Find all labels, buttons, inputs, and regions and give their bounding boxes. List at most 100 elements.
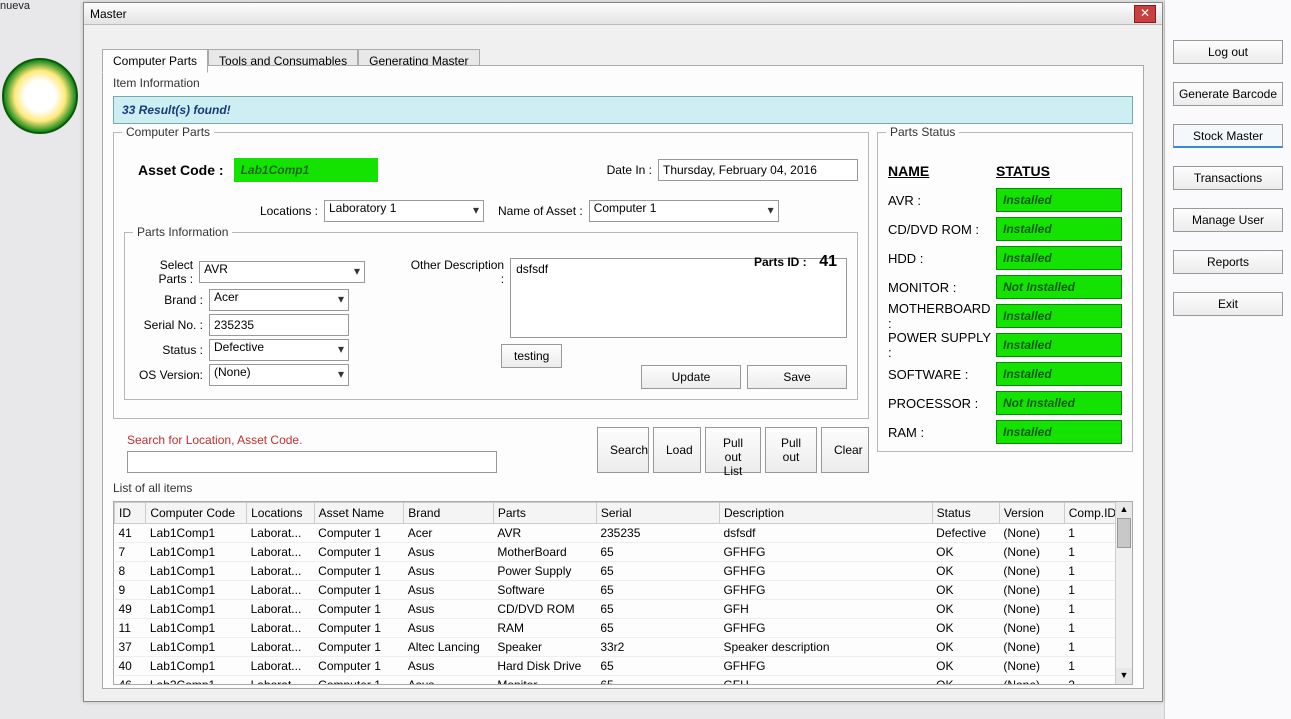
ps-label: MONITOR : [888, 280, 996, 295]
table-cell: OK [932, 676, 999, 686]
serial-input[interactable] [209, 314, 349, 336]
table-row[interactable]: 9Lab1Comp1Laborat...Computer 1AsusSoftwa… [115, 581, 1132, 600]
result-banner: 33 Result(s) found! [113, 96, 1133, 124]
table-cell: Asus [404, 676, 494, 686]
table-cell: Computer 1 [314, 638, 404, 657]
nameasset-combo[interactable]: Computer 1 [589, 200, 779, 222]
table-cell: Asus [404, 581, 494, 600]
table-cell: CD/DVD ROM [493, 600, 596, 619]
datein-input[interactable] [658, 159, 858, 181]
col-header[interactable]: Serial [596, 503, 719, 524]
brand-combo[interactable]: Acer [209, 289, 349, 311]
table-cell: Acer [404, 524, 494, 543]
select-parts-combo[interactable]: AVR [199, 261, 365, 283]
tab-computer-parts[interactable]: Computer Parts [102, 49, 208, 73]
update-button[interactable]: Update [641, 365, 741, 389]
sidebar-transactions[interactable]: Transactions [1173, 166, 1283, 190]
table-cell: Asus [404, 600, 494, 619]
clear-button[interactable]: Clear [821, 427, 869, 473]
table-cell: Altec Lancing [404, 638, 494, 657]
table-cell: dsfsdf [719, 524, 932, 543]
table-cell: Asus [404, 619, 494, 638]
close-button[interactable]: ✕ [1134, 5, 1156, 23]
ps-label: CD/DVD ROM : [888, 222, 996, 237]
table-cell: 65 [596, 676, 719, 686]
table-row[interactable]: 7Lab1Comp1Laborat...Computer 1AsusMother… [115, 543, 1132, 562]
os-label: OS Version: [135, 368, 209, 382]
table-cell: 33r2 [596, 638, 719, 657]
pullout-button[interactable]: Pull out [765, 427, 817, 473]
table-cell: Computer 1 [314, 543, 404, 562]
table-scrollbar[interactable]: ▲ ▼ [1115, 502, 1132, 684]
parts-status-group: Parts Status NAME STATUS AVR :InstalledC… [877, 132, 1133, 452]
sidebar-reports[interactable]: Reports [1173, 250, 1283, 274]
col-header[interactable]: Asset Name [314, 503, 404, 524]
sidebar-log-out[interactable]: Log out [1173, 40, 1283, 64]
item-info-label: Item Information [113, 76, 1133, 90]
col-header[interactable]: ID [115, 503, 146, 524]
table-cell: Lab1Comp1 [146, 543, 247, 562]
ps-status: Installed [996, 420, 1122, 444]
table-cell: Defective [932, 524, 999, 543]
os-combo[interactable]: (None) [209, 364, 349, 386]
locations-combo[interactable]: Laboratory 1 [324, 200, 484, 222]
col-header[interactable]: Computer Code [146, 503, 247, 524]
items-table[interactable]: IDComputer CodeLocationsAsset NameBrandP… [114, 502, 1132, 685]
locations-label: Locations : [124, 204, 324, 218]
main-sidebar: Log out Generate Barcode Stock Master Trans… [1164, 0, 1291, 719]
status-combo[interactable]: Defective [209, 339, 349, 361]
save-button[interactable]: Save [747, 365, 847, 389]
scroll-down-icon[interactable]: ▼ [1116, 668, 1132, 684]
sidebar-generate-barcode[interactable]: Generate Barcode [1173, 82, 1283, 106]
testing-button[interactable]: testing [501, 344, 562, 368]
scroll-up-icon[interactable]: ▲ [1116, 502, 1132, 518]
load-button[interactable]: Load [653, 427, 701, 473]
table-cell: Lab1Comp1 [146, 619, 247, 638]
table-cell: 235235 [596, 524, 719, 543]
table-cell: 65 [596, 619, 719, 638]
table-row[interactable]: 46Lab2Comp1Laborat...Computer 1AsusMonit… [115, 676, 1132, 686]
col-header[interactable]: Description [719, 503, 932, 524]
table-cell: OK [932, 638, 999, 657]
table-cell: (None) [999, 562, 1064, 581]
sidebar-exit[interactable]: Exit [1173, 292, 1283, 316]
table-cell: Laborat... [247, 619, 315, 638]
search-button[interactable]: Search [597, 427, 649, 473]
pullout-list-button[interactable]: Pull out List [705, 427, 761, 473]
table-cell: 65 [596, 581, 719, 600]
ps-status: Installed [996, 304, 1122, 328]
col-header[interactable]: Version [999, 503, 1064, 524]
table-row[interactable]: 37Lab1Comp1Laborat...Computer 1Altec Lan… [115, 638, 1132, 657]
ps-status: Not Installed [996, 275, 1122, 299]
search-input[interactable] [127, 451, 497, 473]
col-header[interactable]: Parts [493, 503, 596, 524]
table-cell: Asus [404, 543, 494, 562]
col-header[interactable]: Brand [404, 503, 494, 524]
table-cell: Computer 1 [314, 619, 404, 638]
table-cell: 65 [596, 600, 719, 619]
partsid-value: 41 [819, 253, 837, 270]
table-row[interactable]: 41Lab1Comp1Laborat...Computer 1AcerAVR23… [115, 524, 1132, 543]
table-row[interactable]: 49Lab1Comp1Laborat...Computer 1AsusCD/DV… [115, 600, 1132, 619]
titlebar: Master ✕ [84, 3, 1162, 25]
table-cell: Computer 1 [314, 600, 404, 619]
computer-parts-legend: Computer Parts [122, 125, 214, 139]
table-cell: 40 [115, 657, 146, 676]
table-row[interactable]: 11Lab1Comp1Laborat...Computer 1AsusRAM65… [115, 619, 1132, 638]
table-row[interactable]: 40Lab1Comp1Laborat...Computer 1AsusHard … [115, 657, 1132, 676]
table-cell: (None) [999, 581, 1064, 600]
ps-label: PROCESSOR : [888, 396, 996, 411]
table-cell: OK [932, 562, 999, 581]
table-cell: GFHFG [719, 543, 932, 562]
scroll-thumb[interactable] [1117, 518, 1131, 548]
ps-status: Installed [996, 217, 1122, 241]
table-cell: OK [932, 581, 999, 600]
username-fragment: nueva [0, 0, 30, 12]
sidebar-stock-master[interactable]: Stock Master [1173, 124, 1283, 148]
table-cell: GFHFG [719, 562, 932, 581]
col-header[interactable]: Locations [247, 503, 315, 524]
sidebar-manage-user[interactable]: Manage User [1173, 208, 1283, 232]
table-cell: 65 [596, 657, 719, 676]
col-header[interactable]: Status [932, 503, 999, 524]
table-row[interactable]: 8Lab1Comp1Laborat...Computer 1AsusPower … [115, 562, 1132, 581]
